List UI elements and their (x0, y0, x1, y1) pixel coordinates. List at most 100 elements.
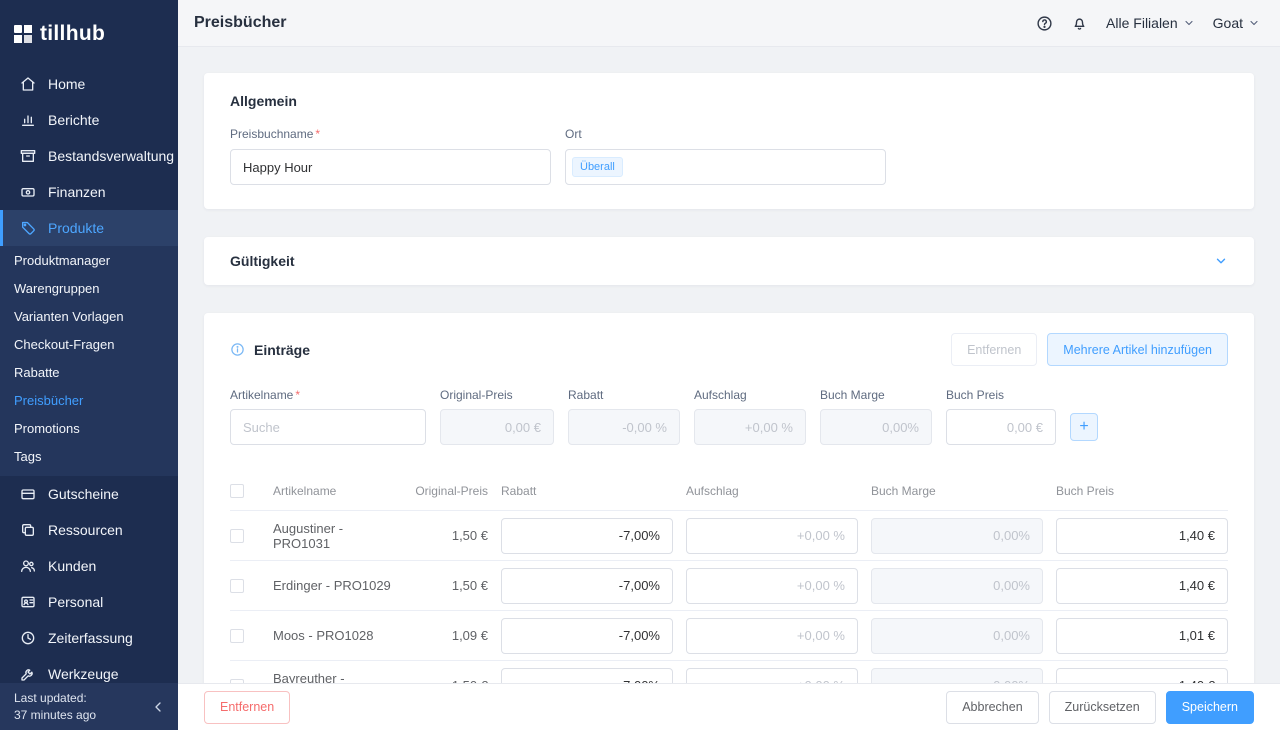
header-buch-marge: Buch Marge (871, 484, 1043, 498)
save-button[interactable]: Speichern (1166, 691, 1254, 724)
entries-table-header: Artikelname Original-Preis Rabatt Aufsch… (230, 471, 1228, 511)
row-buch-marge-input (871, 668, 1043, 684)
buch-preis-field: Buch Preis (946, 388, 1056, 445)
required-marker: * (315, 127, 320, 141)
last-updated-text: Last updated: 37 minutes ago (14, 690, 96, 722)
cancel-button[interactable]: Abbrechen (946, 691, 1038, 724)
sidebar-item-promotions[interactable]: Promotions (0, 414, 178, 442)
collapse-sidebar-chevron-left-icon[interactable] (150, 699, 166, 715)
sidebar-item-label: Home (48, 76, 85, 92)
main-column: Preisbücher Alle Filialen Goat Allgemein (178, 0, 1280, 730)
row-aufschlag-input[interactable] (686, 618, 858, 654)
sidebar-item-warengruppen[interactable]: Warengruppen (0, 274, 178, 302)
help-icon[interactable] (1036, 15, 1053, 32)
sidebar-item-finanzen[interactable]: Finanzen (0, 174, 178, 210)
expand-chevron-down-icon[interactable] (1214, 254, 1228, 268)
tag-icon (20, 220, 36, 236)
sidebar-item-label: Personal (48, 594, 103, 610)
entries-table: Artikelname Original-Preis Rabatt Aufsch… (230, 471, 1228, 683)
user-menu[interactable]: Goat (1213, 15, 1260, 31)
row-aufschlag-input[interactable] (686, 518, 858, 554)
sidebar-item-produktmanager[interactable]: Produktmanager (0, 246, 178, 274)
row-buch-marge-input (871, 568, 1043, 604)
info-icon[interactable] (230, 342, 245, 357)
sidebar-item-rabatte[interactable]: Rabatte (0, 358, 178, 386)
sidebar-item-gutscheine[interactable]: Gutscheine (0, 476, 178, 512)
sidebar-item-produkte[interactable]: Produkte (0, 210, 178, 246)
row-buch-preis-input[interactable] (1056, 668, 1228, 684)
delete-pricebook-button[interactable]: Entfernen (204, 691, 290, 724)
original-preis-input (440, 409, 554, 445)
ort-tag[interactable]: Überall (572, 157, 623, 177)
artikelname-search-input[interactable] (230, 409, 426, 445)
sidebar-item-label: Bestandsverwaltung (48, 148, 174, 164)
row-buch-preis-input[interactable] (1056, 518, 1228, 554)
sidebar-item-checkout-fragen[interactable]: Checkout-Fragen (0, 330, 178, 358)
header-aufschlag: Aufschlag (686, 484, 858, 498)
add-row-button[interactable]: + (1070, 413, 1098, 441)
allgemein-fields: Preisbuchname* Ort Überall (230, 127, 1228, 185)
buch-marge-field: Buch Marge (820, 388, 932, 445)
sidebar-item-personal[interactable]: Personal (0, 584, 178, 620)
notifications-bell-icon[interactable] (1071, 15, 1088, 32)
card-eintraege: Einträge Entfernen Mehrere Artikel hinzu… (204, 313, 1254, 683)
entfernen-selected-button[interactable]: Entfernen (951, 333, 1037, 366)
rabatt-field: Rabatt (568, 388, 680, 445)
sidebar-item-berichte[interactable]: Berichte (0, 102, 178, 138)
sidebar-subitem-label: Tags (14, 449, 41, 464)
sidebar-item-label: Werkzeuge (48, 666, 119, 682)
row-checkbox[interactable] (230, 579, 244, 593)
table-row: Erdinger - PRO1029 1,50 € (230, 561, 1228, 611)
sidebar-subitem-label: Checkout-Fragen (14, 337, 114, 352)
add-multiple-articles-button[interactable]: Mehrere Artikel hinzufügen (1047, 333, 1228, 366)
table-row: Moos - PRO1028 1,09 € (230, 611, 1228, 661)
row-artikelname: Moos - PRO1028 (273, 628, 395, 643)
buch-marge-label: Buch Marge (820, 388, 932, 402)
row-rabatt-input[interactable] (501, 668, 673, 684)
ort-input[interactable]: Überall (565, 149, 886, 185)
aufschlag-label: Aufschlag (694, 388, 806, 402)
chevron-down-icon (1183, 17, 1195, 29)
buch-preis-input[interactable] (946, 409, 1056, 445)
original-preis-field: Original-Preis (440, 388, 554, 445)
aufschlag-field: Aufschlag (694, 388, 806, 445)
row-rabatt-input[interactable] (501, 618, 673, 654)
select-all-checkbox[interactable] (230, 484, 244, 498)
row-checkbox[interactable] (230, 629, 244, 643)
branch-selector[interactable]: Alle Filialen (1106, 15, 1195, 31)
row-aufschlag-input[interactable] (686, 668, 858, 684)
sidebar-item-tags[interactable]: Tags (0, 442, 178, 470)
reset-button[interactable]: Zurücksetzen (1049, 691, 1156, 724)
row-checkbox[interactable] (230, 529, 244, 543)
artikelname-field: Artikelname* (230, 388, 426, 445)
sidebar-item-preisbuecher[interactable]: Preisbücher (0, 386, 178, 414)
required-marker: * (295, 388, 300, 402)
row-buch-preis-input[interactable] (1056, 568, 1228, 604)
sidebar-item-werkzeuge[interactable]: Werkzeuge (0, 656, 178, 683)
sidebar-item-ressourcen[interactable]: Ressourcen (0, 512, 178, 548)
row-aufschlag-input[interactable] (686, 568, 858, 604)
tillhub-logo: tillhub (0, 0, 178, 66)
row-rabatt-input[interactable] (501, 568, 673, 604)
rabatt-label: Rabatt (568, 388, 680, 402)
sidebar-item-zeiterfassung[interactable]: Zeiterfassung (0, 620, 178, 656)
card-gueltigkeit-accordion[interactable]: Gültigkeit (204, 237, 1254, 285)
sidebar-item-label: Ressourcen (48, 522, 123, 538)
header-buch-preis: Buch Preis (1056, 484, 1228, 498)
preisbuchname-input[interactable] (230, 149, 551, 185)
sidebar-item-bestandsverwaltung[interactable]: Bestandsverwaltung (0, 138, 178, 174)
artikelname-label: Artikelname* (230, 388, 426, 402)
sidebar-item-varianten-vorlagen[interactable]: Varianten Vorlagen (0, 302, 178, 330)
sidebar-item-home[interactable]: Home (0, 66, 178, 102)
sidebar-item-kunden[interactable]: Kunden (0, 548, 178, 584)
tillhub-logo-icon (14, 25, 32, 43)
row-rabatt-input[interactable] (501, 518, 673, 554)
app-root: tillhub Home Berichte Bestandsverwaltung… (0, 0, 1280, 730)
sidebar-nav: Home Berichte Bestandsverwaltung Finanze… (0, 66, 178, 683)
row-buch-preis-input[interactable] (1056, 618, 1228, 654)
buch-preis-label: Buch Preis (946, 388, 1056, 402)
topbar: Preisbücher Alle Filialen Goat (178, 0, 1280, 47)
copy-icon (20, 522, 36, 538)
sidebar-item-label: Berichte (48, 112, 99, 128)
content-area: Allgemein Preisbuchname* Ort Überall (178, 47, 1280, 683)
